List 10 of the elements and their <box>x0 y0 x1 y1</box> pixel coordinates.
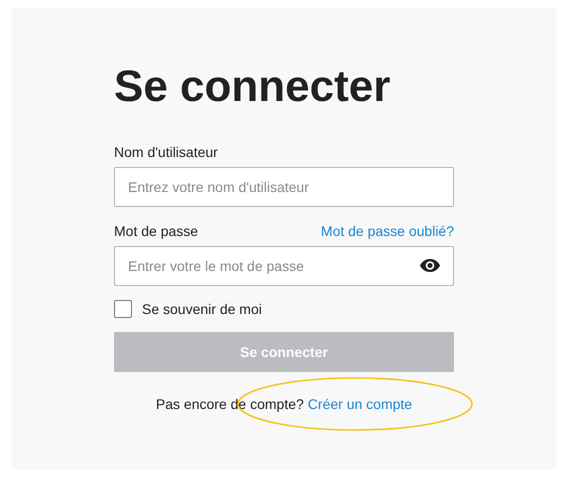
page-title: Se connecter <box>114 61 392 113</box>
signup-link[interactable]: Créer un compte <box>308 396 412 412</box>
username-field[interactable]: Entrez votre nom d'utilisateur <box>114 167 454 207</box>
remember-label: Se souvenir de moi <box>142 301 262 317</box>
field-label: Nom d'utilisateur <box>114 144 218 160</box>
remember-checkbox[interactable] <box>114 300 132 318</box>
field-label: Mot de passe <box>114 223 198 239</box>
eye-icon[interactable] <box>420 259 440 272</box>
password-field[interactable]: Entrer votre le mot de passe <box>114 246 454 286</box>
forgot-password-link[interactable]: Mot de passe oublié? <box>320 223 454 239</box>
